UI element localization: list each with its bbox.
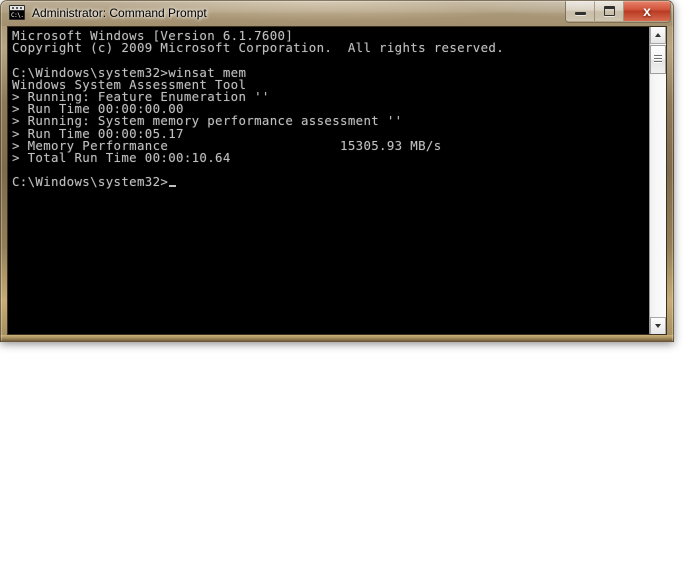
close-button[interactable]: x xyxy=(624,1,670,21)
command-prompt-icon: C:\. xyxy=(9,5,25,20)
window-client-area: Microsoft Windows [Version 6.1.7600] Cop… xyxy=(7,26,667,335)
scrollbar-thumb[interactable] xyxy=(650,45,666,74)
chevron-down-icon xyxy=(655,324,661,328)
command-prompt-window[interactable]: C:\. Administrator: Command Prompt x Mic… xyxy=(0,0,674,342)
console-vertical-scrollbar[interactable] xyxy=(649,27,666,334)
scrollbar-track[interactable] xyxy=(650,44,666,317)
console-text: Microsoft Windows [Version 6.1.7600] Cop… xyxy=(12,28,505,190)
maximize-button[interactable] xyxy=(595,1,624,21)
maximize-icon xyxy=(604,6,615,16)
console-output-area[interactable]: Microsoft Windows [Version 6.1.7600] Cop… xyxy=(8,27,649,334)
close-icon: x xyxy=(643,3,651,19)
scroll-up-arrow-button[interactable] xyxy=(650,27,666,44)
window-titlebar[interactable]: C:\. Administrator: Command Prompt x xyxy=(0,0,674,26)
console-cursor xyxy=(169,185,177,188)
chevron-up-icon xyxy=(655,33,661,37)
scrollbar-grip-icon xyxy=(654,55,662,64)
window-title: Administrator: Command Prompt xyxy=(32,6,207,20)
window-bottom-frame xyxy=(0,335,674,342)
icon-prompt-text: C:\. xyxy=(10,11,24,19)
caption-button-group: x xyxy=(565,1,671,23)
scroll-down-arrow-button[interactable] xyxy=(650,317,666,334)
minimize-icon xyxy=(575,12,586,15)
minimize-button[interactable] xyxy=(566,1,595,21)
desktop-background: C:\. Administrator: Command Prompt x Mic… xyxy=(0,0,700,571)
